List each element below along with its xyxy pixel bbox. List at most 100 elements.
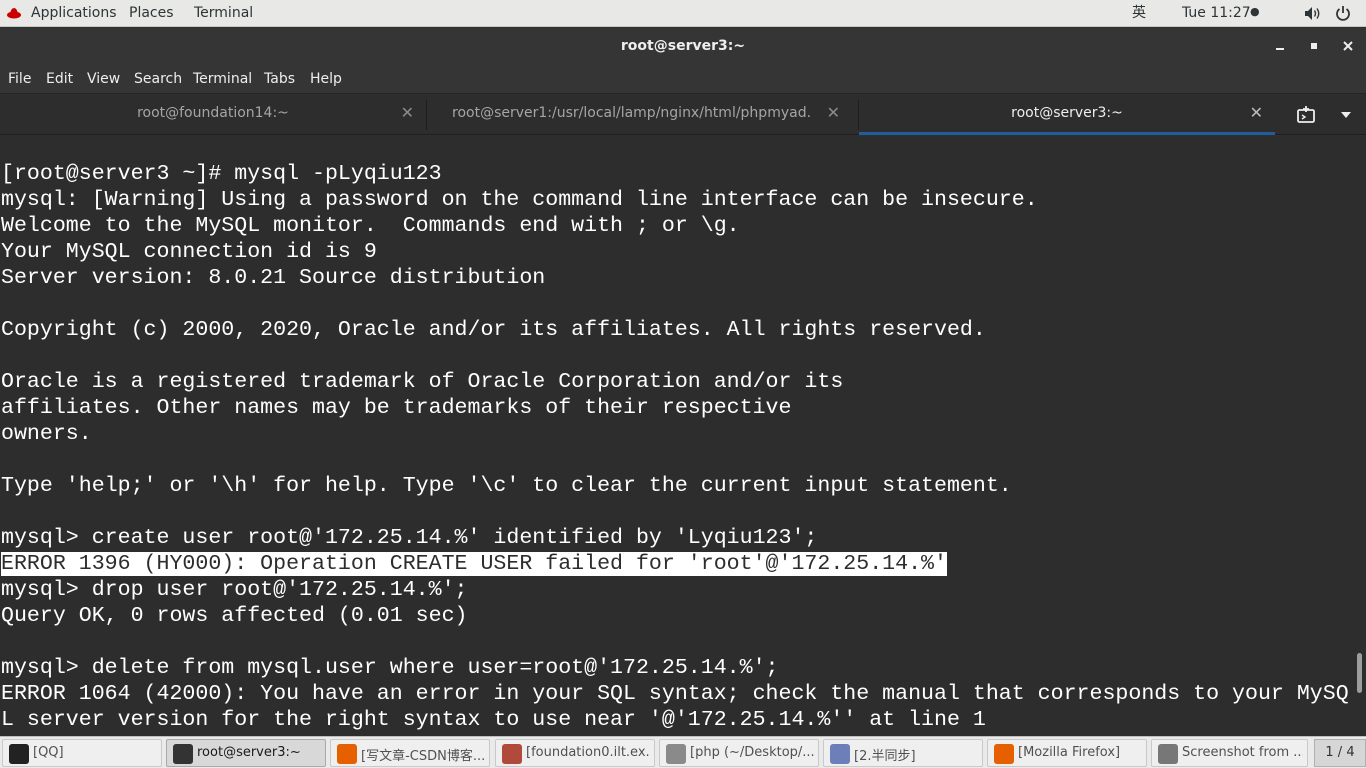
menu-help[interactable]: Help [310, 71, 342, 87]
taskbar-item[interactable]: [php (~/Desktop/... [659, 739, 819, 767]
terminal-line: Welcome to the MySQL monitor. Commands e… [1, 213, 1349, 239]
terminal-line-text: ERROR 1396 (HY000): Operation CREATE USE… [1, 552, 947, 576]
tab-server1[interactable]: root@server1:/usr/local/lamp/nginx/html/… [427, 94, 852, 135]
minimize-button[interactable] [1269, 36, 1291, 58]
terminal-line-text: mysql: [Warning] Using a password on the… [1, 188, 1038, 212]
chevron-down-icon[interactable] [1340, 111, 1352, 119]
redhat-icon [7, 8, 21, 19]
terminal-line: owners. [1, 421, 1349, 447]
remote-viewer-icon [502, 744, 522, 764]
clock[interactable]: Tue 11:27 [1182, 5, 1251, 21]
close-tab-icon[interactable]: ✕ [401, 103, 414, 122]
close-window-button[interactable] [1337, 36, 1359, 58]
terminal-line-text: Query OK, 0 rows affected (0.01 sec) [1, 604, 468, 628]
terminal-line: ERROR 1064 (42000): You have an error in… [1, 681, 1349, 707]
taskbar-item[interactable]: [写文章-CSDN博客... [330, 739, 490, 767]
menu-terminal[interactable]: Terminal [193, 71, 252, 87]
terminal-line: Type 'help;' or '\h' for help. Type '\c'… [1, 473, 1349, 499]
terminal-icon [173, 744, 193, 764]
terminal-line: affiliates. Other names may be trademark… [1, 395, 1349, 421]
speaker-icon[interactable] [1304, 6, 1322, 21]
workspace-pager[interactable]: 1 / 4 [1314, 739, 1366, 767]
terminal-line: Query OK, 0 rows affected (0.01 sec) [1, 603, 1349, 629]
applications-menu[interactable]: Applications [31, 5, 117, 21]
terminal-line-text: mysql> drop user root@'172.25.14.%'; [1, 578, 468, 602]
menu-bar: File Edit View Search Terminal Tabs Help [0, 65, 1366, 93]
close-tab-icon[interactable]: ✕ [1250, 103, 1263, 122]
terminal-line: mysql> create user root@'172.25.14.%' id… [1, 525, 1349, 551]
power-icon[interactable] [1335, 5, 1351, 21]
terminal-line-text: mysql> create user root@'172.25.14.%' id… [1, 526, 818, 550]
taskbar-item-label: [2.半同步] [854, 749, 916, 764]
taskbar: [QQ] root@server3:~ [写文章-CSDN博客... [foundat… [0, 736, 1366, 768]
menu-edit[interactable]: Edit [46, 71, 73, 87]
tab-label: root@server1:/usr/local/lamp/nginx/html/… [452, 105, 812, 121]
close-icon [1343, 41, 1353, 51]
terminal-line-text: Server version: 8.0.21 Source distributi… [1, 266, 546, 290]
terminal-line: Copyright (c) 2000, 2020, Oracle and/or … [1, 317, 1349, 343]
taskbar-item-label: [foundation0.ilt.ex... [526, 745, 650, 760]
menu-tabs[interactable]: Tabs [264, 71, 295, 87]
top-panel: Applications Places Terminal 英 Tue 11:27… [0, 0, 1366, 27]
menu-view[interactable]: View [87, 71, 120, 87]
text-editor-icon [666, 744, 686, 764]
window-title: root@server3:~ [620, 38, 746, 54]
minimize-icon [1276, 48, 1284, 50]
terminal-line: [root@server3 ~]# mysql -pLyqiu123 [1, 161, 1349, 187]
close-tab-icon[interactable]: ✕ [827, 103, 840, 122]
taskbar-item[interactable]: [2.半同步] [823, 739, 983, 767]
input-method-indicator[interactable]: 英 [1132, 5, 1146, 21]
taskbar-item-label: [写文章-CSDN博客... [361, 749, 485, 764]
terminal-line-text: ERROR 1064 (42000): You have an error in… [1, 682, 1349, 706]
terminal-line: Your MySQL connection id is 9 [1, 239, 1349, 265]
taskbar-item-label: [Mozilla Firefox] [1018, 745, 1121, 760]
tab-foundation14[interactable]: root@foundation14:~ ✕ [0, 94, 426, 135]
terminal-app-menu[interactable]: Terminal [194, 5, 253, 21]
tab-label: root@foundation14:~ [137, 105, 289, 121]
maximize-button[interactable] [1303, 36, 1325, 58]
qq-penguin-icon [9, 744, 29, 764]
firefox-icon [337, 744, 357, 764]
places-menu[interactable]: Places [129, 5, 174, 21]
scrollbar-thumb[interactable] [1357, 653, 1362, 693]
taskbar-item-label: [php (~/Desktop/... [690, 745, 814, 760]
terminal-line: ERROR 1396 (HY000): Operation CREATE USE… [1, 551, 1349, 577]
terminal-line-text: Welcome to the MySQL monitor. Commands e… [1, 214, 740, 238]
taskbar-item-label: Screenshot from ... [1182, 745, 1303, 760]
terminal-scrollbar[interactable] [1352, 136, 1366, 736]
terminal-line: L server version for the right syntax to… [1, 707, 1349, 733]
taskbar-item[interactable]: [Mozilla Firefox] [987, 739, 1147, 767]
taskbar-item-label: [QQ] [33, 745, 64, 760]
taskbar-item[interactable]: [foundation0.ilt.ex... [495, 739, 655, 767]
terminal-line-text: owners. [1, 422, 92, 446]
terminal-line: Server version: 8.0.21 Source distributi… [1, 265, 1349, 291]
maximize-icon [1311, 43, 1317, 49]
terminal-line: mysql: [Warning] Using a password on the… [1, 187, 1349, 213]
terminal-output[interactable]: [root@server3 ~]# mysql -pLyqiu123 mysql:… [0, 136, 1352, 736]
terminal-line-text: L server version for the right syntax to… [1, 708, 986, 732]
tab-server3[interactable]: root@server3:~ ✕ [859, 94, 1275, 135]
terminal-line: mysql> drop user root@'172.25.14.%'; [1, 577, 1349, 603]
firefox-icon [994, 744, 1014, 764]
screenshot-icon [1158, 744, 1178, 764]
terminal-line-text: Your MySQL connection id is 9 [1, 240, 377, 264]
terminal-line-text: [root@server3 ~]# mysql -pLyqiu123 [1, 162, 442, 186]
menu-search[interactable]: Search [134, 71, 182, 87]
terminal-line: Oracle is a registered trademark of Orac… [1, 369, 1349, 395]
terminal-line-text: Type 'help;' or '\h' for help. Type '\c'… [1, 474, 1012, 498]
window-titlebar: root@server3:~ [0, 28, 1366, 65]
taskbar-item[interactable]: [QQ] [2, 739, 162, 767]
menu-file[interactable]: File [8, 71, 31, 87]
terminal-line: mysql> delete from mysql.user where user… [1, 655, 1349, 681]
taskbar-item[interactable]: root@server3:~ [166, 739, 326, 767]
terminal-text: [root@server3 ~]# mysql -pLyqiu123 mysql:… [1, 161, 1349, 733]
tab-bar: root@foundation14:~ ✕ root@server1:/usr/… [0, 93, 1366, 135]
new-tab-icon[interactable] [1296, 106, 1316, 124]
terminal-line-text: Copyright (c) 2000, 2020, Oracle and/or … [1, 318, 986, 342]
taskbar-item[interactable]: Screenshot from ... [1151, 739, 1308, 767]
terminal-line-text: affiliates. Other names may be trademark… [1, 396, 792, 420]
notification-dot-icon: ● [1250, 5, 1260, 18]
